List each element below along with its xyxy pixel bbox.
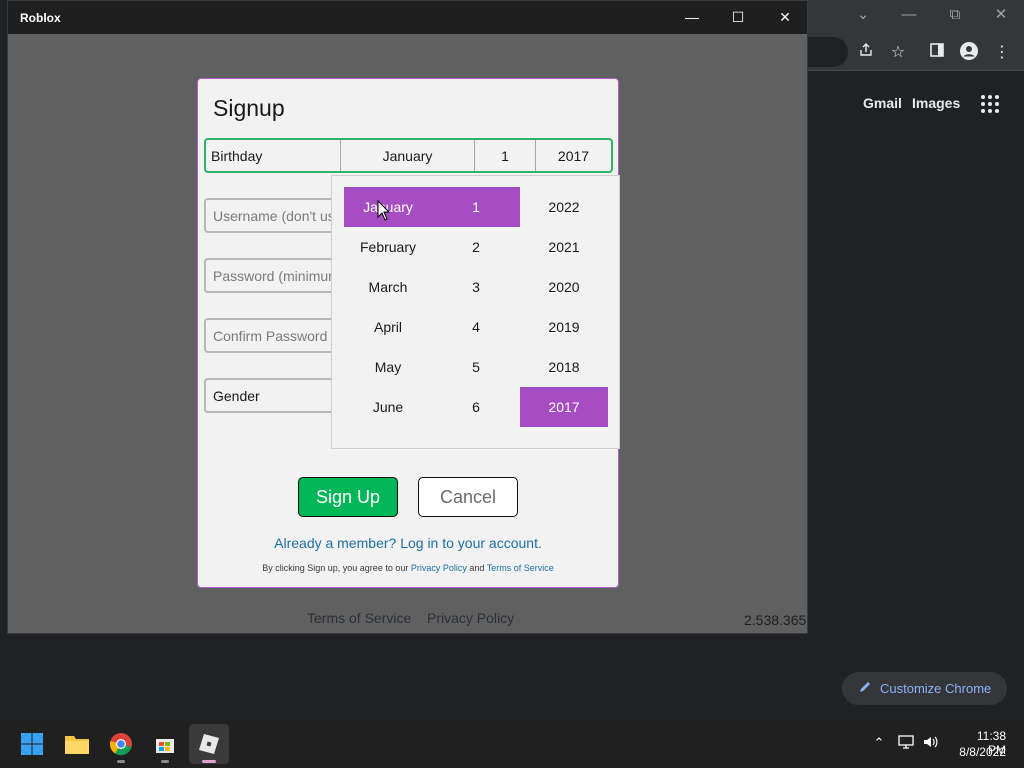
birthday-label: Birthday	[206, 140, 341, 171]
folder-icon	[65, 736, 89, 754]
store-icon	[156, 739, 174, 753]
roblox-taskbar-button[interactable]	[189, 724, 229, 764]
year-option[interactable]: 2019	[520, 307, 608, 347]
mouse-cursor-icon	[377, 200, 391, 221]
month-option[interactable]: April	[344, 307, 432, 347]
year-option[interactable]: 2018	[520, 347, 608, 387]
chrome-taskbar-button[interactable]	[101, 724, 141, 764]
minimize-icon[interactable]: —	[669, 1, 715, 34]
signup-button[interactable]: Sign Up	[298, 477, 398, 517]
year-column: 2022 2021 2020 2019 2018 2017	[520, 187, 608, 427]
month-option[interactable]: February	[344, 227, 432, 267]
year-option[interactable]: 2017	[520, 387, 608, 427]
bookmark-star-icon[interactable]: ☆	[887, 42, 909, 64]
minimize-icon[interactable]: —	[896, 4, 922, 26]
day-option[interactable]: 1	[432, 187, 520, 227]
year-option[interactable]: 2020	[520, 267, 608, 307]
clock-date[interactable]: 8/8/2022	[950, 745, 1006, 759]
month-option[interactable]: June	[344, 387, 432, 427]
network-icon[interactable]	[897, 734, 915, 752]
chrome-icon	[109, 733, 132, 756]
maximize-icon[interactable]: ☐	[715, 1, 761, 34]
microsoft-store-button[interactable]	[145, 724, 185, 764]
birthday-selector[interactable]: Birthday January 1 2017	[204, 138, 613, 173]
day-option[interactable]: 5	[432, 347, 520, 387]
pencil-icon	[858, 680, 872, 697]
profile-icon[interactable]	[958, 42, 980, 64]
file-explorer-button[interactable]	[57, 724, 97, 764]
restore-icon[interactable]: ⧉	[942, 4, 968, 26]
google-apps-icon[interactable]	[980, 94, 1000, 114]
cancel-button[interactable]: Cancel	[418, 477, 518, 517]
gmail-link[interactable]: Gmail	[863, 95, 902, 111]
month-option[interactable]: May	[344, 347, 432, 387]
share-icon[interactable]	[855, 42, 877, 64]
chrome-titlebar: ⌄ — ⧉ ✕	[808, 0, 1024, 33]
login-link[interactable]: Already a member? Log in to your account…	[198, 535, 618, 551]
password-input[interactable]: Password (minimum	[204, 258, 339, 293]
birthday-month-select[interactable]: January	[341, 140, 475, 171]
username-input[interactable]: Username (don't us	[204, 198, 339, 233]
month-column: January February March April May June	[344, 187, 432, 427]
date-picker-dropdown: January February March April May June 1 …	[331, 175, 620, 449]
footer-privacy-link[interactable]: Privacy Policy	[427, 610, 514, 626]
volume-icon[interactable]	[922, 734, 940, 752]
day-option[interactable]: 2	[432, 227, 520, 267]
year-option[interactable]: 2022	[520, 187, 608, 227]
close-icon[interactable]: ✕	[762, 1, 808, 34]
roblox-icon	[199, 734, 219, 754]
confirm-password-input[interactable]: Confirm Password	[204, 318, 339, 353]
customize-chrome-label: Customize Chrome	[880, 681, 992, 696]
terms-notice: By clicking Sign up, you agree to our Pr…	[198, 563, 618, 573]
address-bar[interactable]	[808, 37, 848, 67]
terms-prefix: By clicking Sign up, you agree to our	[262, 563, 411, 573]
day-column: 1 2 3 4 5 6	[432, 187, 520, 427]
window-title: Roblox	[20, 11, 61, 25]
customize-chrome-button[interactable]: Customize Chrome	[842, 672, 1007, 705]
terms-and: and	[466, 563, 487, 573]
day-option[interactable]: 3	[432, 267, 520, 307]
chrome-menu-icon[interactable]: ⋮	[991, 42, 1013, 64]
birthday-year-select[interactable]: 2017	[536, 140, 611, 171]
start-button[interactable]	[12, 724, 52, 764]
chevron-up-icon[interactable]: ⌃	[870, 734, 888, 752]
year-option[interactable]: 2021	[520, 227, 608, 267]
images-link[interactable]: Images	[912, 95, 960, 111]
side-panel-icon[interactable]	[926, 42, 948, 64]
terms-of-service-link[interactable]: Terms of Service	[487, 563, 554, 573]
roblox-titlebar[interactable]: Roblox — ☐ ✕	[8, 1, 807, 34]
windows-logo-icon	[21, 733, 43, 755]
version-label: 2.538.365	[744, 612, 807, 628]
birthday-day-select[interactable]: 1	[475, 140, 536, 171]
footer-terms-link[interactable]: Terms of Service	[307, 610, 411, 626]
close-icon[interactable]: ✕	[988, 4, 1014, 26]
day-option[interactable]: 4	[432, 307, 520, 347]
tab-search-icon[interactable]: ⌄	[850, 4, 876, 26]
gender-select[interactable]: Gender	[204, 378, 339, 413]
page-title: Signup	[213, 95, 285, 121]
day-option[interactable]: 6	[432, 387, 520, 427]
privacy-policy-link[interactable]: Privacy Policy	[411, 563, 467, 573]
month-option[interactable]: March	[344, 267, 432, 307]
